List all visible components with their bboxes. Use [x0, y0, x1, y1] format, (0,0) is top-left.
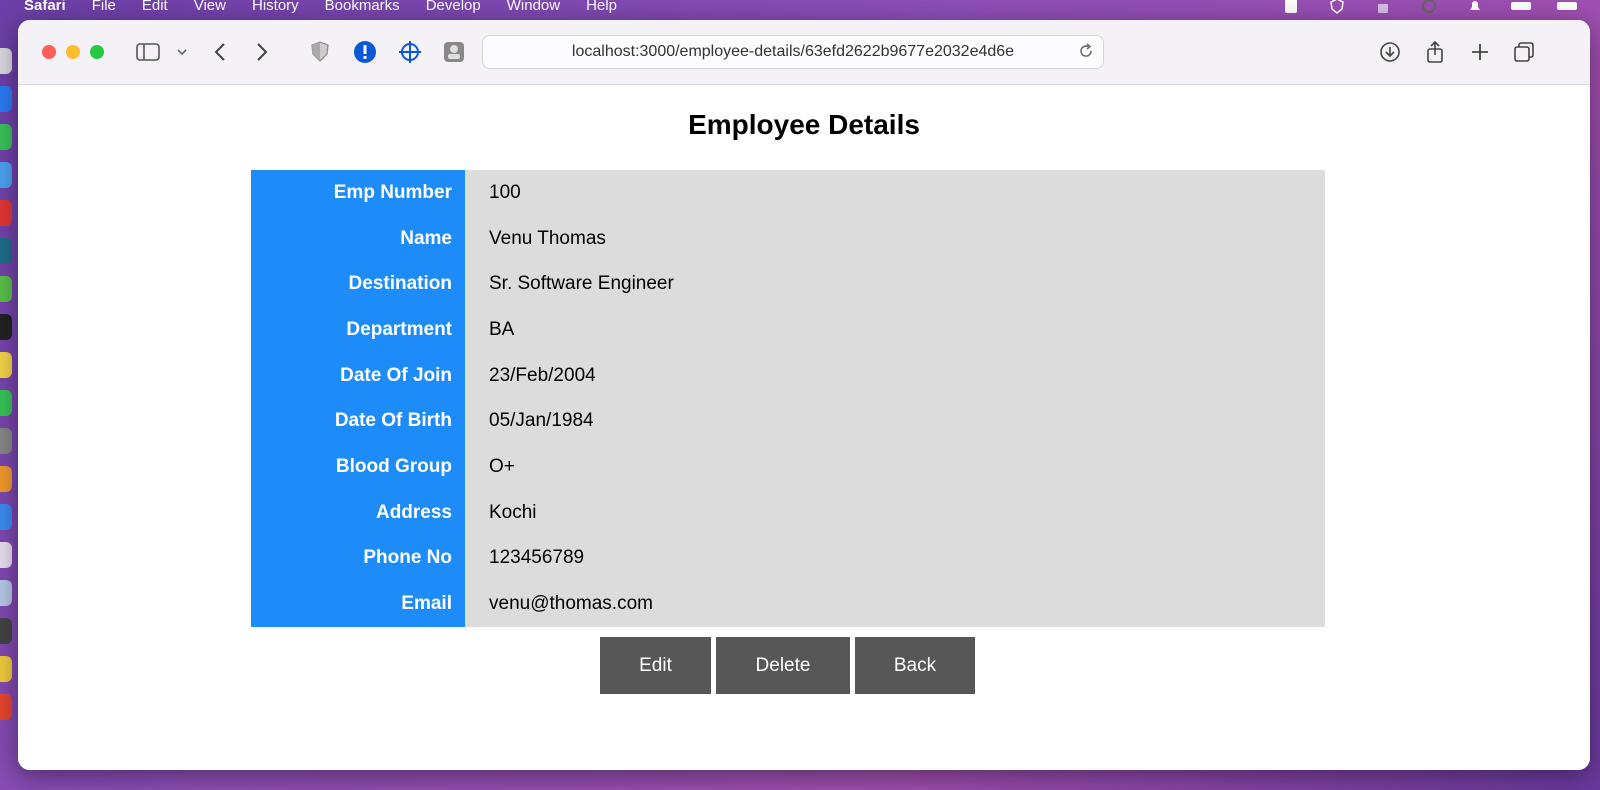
lock-tray-icon[interactable] — [1370, 0, 1396, 14]
status-tray — [1278, 0, 1600, 20]
address-bar[interactable]: localhost:3000/employee-details/63efd262… — [482, 35, 1104, 69]
field-label: Email — [251, 581, 465, 627]
dock-app-icon[interactable] — [0, 656, 12, 682]
table-row: Email venu@thomas.com — [251, 581, 1325, 627]
bell-icon[interactable] — [1462, 0, 1488, 14]
zoom-window-button[interactable] — [90, 45, 104, 59]
table-row: Emp Number 100 — [251, 170, 1325, 216]
menu-edit[interactable]: Edit — [142, 0, 168, 16]
new-tab-icon[interactable] — [1468, 40, 1492, 64]
privacy-shield-icon[interactable] — [308, 40, 332, 64]
dock-app-icon[interactable] — [0, 580, 12, 606]
menu-develop[interactable]: Develop — [426, 0, 481, 16]
share-icon[interactable] — [1423, 40, 1447, 64]
dock-app-icon[interactable] — [0, 542, 12, 568]
tab-overview-icon[interactable] — [1512, 40, 1536, 64]
table-row: Department BA — [251, 307, 1325, 353]
dock-app-icon[interactable] — [0, 694, 12, 720]
field-label: Destination — [251, 261, 465, 308]
field-value: 05/Jan/1984 — [465, 398, 1325, 445]
dock-app-icon[interactable] — [0, 504, 12, 530]
dock-app-icon[interactable] — [0, 276, 12, 302]
field-value: BA — [465, 307, 1325, 353]
browser-window: localhost:3000/employee-details/63efd262… — [18, 20, 1590, 770]
table-row: Phone No 123456789 — [251, 535, 1325, 582]
menu-bookmarks[interactable]: Bookmarks — [325, 0, 400, 16]
edit-button[interactable]: Edit — [600, 637, 711, 694]
dock-app-icon[interactable] — [0, 124, 12, 150]
dock-app-icon[interactable] — [0, 428, 12, 454]
menu-history[interactable]: History — [252, 0, 299, 16]
chevron-down-icon[interactable] — [170, 40, 194, 64]
reload-icon[interactable] — [1077, 42, 1095, 60]
dock-app-icon[interactable] — [0, 390, 12, 416]
dock-app-icon[interactable] — [0, 314, 12, 340]
drive-icon-2[interactable] — [1554, 0, 1580, 14]
menu-app-safari[interactable]: Safari — [24, 0, 66, 16]
dock-app-icon[interactable] — [0, 618, 12, 644]
table-row: Blood Group O+ — [251, 444, 1325, 490]
field-label: Phone No — [251, 535, 465, 582]
circle-tray-icon[interactable] — [1416, 0, 1442, 14]
url-text: localhost:3000/employee-details/63efd262… — [571, 43, 1015, 60]
menu-bar: Safari File Edit View History Bookmarks … — [0, 0, 1600, 20]
field-value: 100 — [465, 170, 1325, 216]
menu-help[interactable]: Help — [586, 0, 617, 16]
field-value: O+ — [465, 444, 1325, 490]
minimize-window-button[interactable] — [66, 45, 80, 59]
dock — [0, 48, 12, 748]
dock-app-icon[interactable] — [0, 162, 12, 188]
table-row: Name Venu Thomas — [251, 215, 1325, 262]
menu-window[interactable]: Window — [507, 0, 560, 16]
field-label: Date Of Birth — [251, 398, 465, 445]
menu-view[interactable]: View — [194, 0, 226, 16]
page-title: Employee Details — [688, 109, 920, 140]
table-row: Destination Sr. Software Engineer — [251, 261, 1325, 308]
sidebar-icon[interactable] — [136, 40, 160, 64]
field-value: 123456789 — [465, 535, 1325, 582]
dock-app-icon[interactable] — [0, 48, 12, 74]
field-label: Address — [251, 489, 465, 536]
dock-app-icon[interactable] — [0, 200, 12, 226]
field-value: Sr. Software Engineer — [465, 261, 1325, 308]
field-value: Venu Thomas — [465, 215, 1325, 262]
field-value: venu@thomas.com — [465, 581, 1325, 627]
window-controls — [42, 45, 114, 59]
forward-arrow-icon[interactable] — [250, 40, 274, 64]
shield-icon[interactable] — [1324, 0, 1350, 14]
tray-app-icon[interactable] — [1278, 0, 1304, 14]
drive-icon[interactable] — [1508, 0, 1534, 14]
action-buttons: Edit Delete Back — [600, 637, 980, 694]
page-content: Employee Details Emp Number 100 Name Ven… — [18, 85, 1590, 770]
back-arrow-icon[interactable] — [208, 40, 232, 64]
menu-file[interactable]: File — [92, 0, 116, 16]
browser-toolbar: localhost:3000/employee-details/63efd262… — [18, 20, 1590, 85]
table-row: Date Of Join 23/Feb/2004 — [251, 352, 1325, 399]
extension-icon[interactable] — [442, 40, 466, 64]
employee-details-table: Emp Number 100 Name Venu Thomas Destinat… — [251, 170, 1325, 627]
target-extension-icon[interactable] — [398, 40, 422, 64]
close-window-button[interactable] — [42, 45, 56, 59]
field-label: Department — [251, 307, 465, 353]
dock-app-icon[interactable] — [0, 86, 12, 112]
dock-app-icon[interactable] — [0, 238, 12, 264]
delete-button[interactable]: Delete — [716, 637, 850, 694]
back-button[interactable]: Back — [855, 637, 975, 694]
field-value: Kochi — [465, 489, 1325, 536]
alert-extension-icon[interactable] — [353, 40, 377, 64]
field-label: Date Of Join — [251, 352, 465, 399]
dock-app-icon[interactable] — [0, 352, 12, 378]
field-value: 23/Feb/2004 — [465, 352, 1325, 399]
field-label: Emp Number — [251, 170, 465, 216]
table-row: Address Kochi — [251, 489, 1325, 536]
field-label: Name — [251, 215, 465, 262]
table-row: Date Of Birth 05/Jan/1984 — [251, 398, 1325, 445]
dock-app-icon[interactable] — [0, 466, 12, 492]
download-icon[interactable] — [1378, 40, 1402, 64]
field-label: Blood Group — [251, 444, 465, 490]
